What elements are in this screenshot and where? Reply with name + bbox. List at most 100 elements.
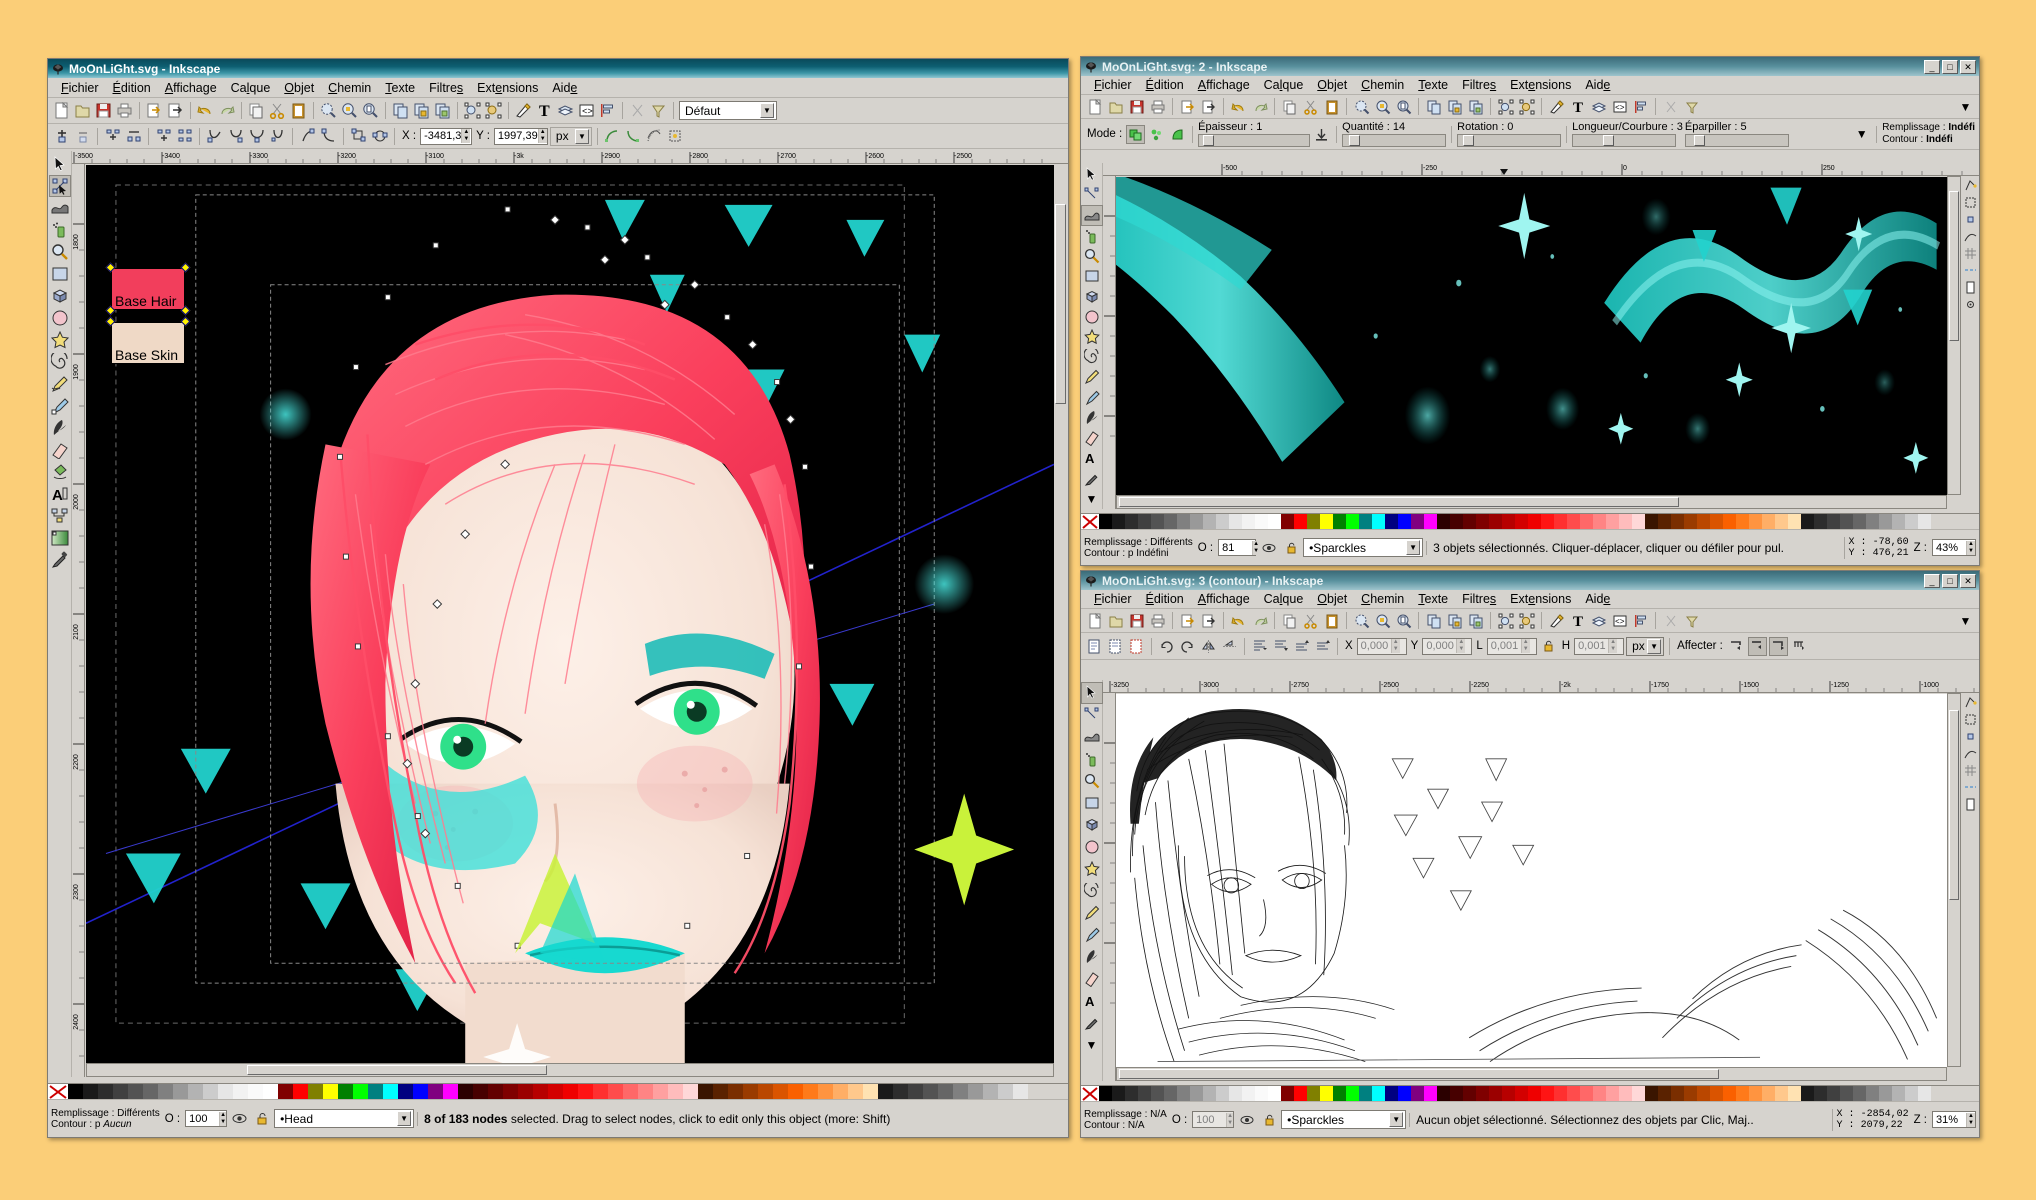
tool-text[interactable]: A — [1081, 990, 1103, 1012]
menu-filtres[interactable]: Filtres — [1455, 76, 1503, 94]
menu-fichier[interactable]: Fichier — [1087, 590, 1139, 608]
palette-swatch[interactable] — [1333, 514, 1346, 529]
select-w-stepper[interactable]: ▲ ▼ — [1520, 639, 1530, 653]
break-nodes-icon[interactable] — [124, 127, 143, 146]
palette-swatch[interactable] — [983, 1084, 998, 1099]
affect-pattern-icon[interactable] — [1790, 637, 1809, 656]
palette-swatch[interactable] — [623, 1084, 638, 1099]
palette-swatch[interactable] — [533, 1084, 548, 1099]
node-cusp-icon[interactable] — [205, 127, 224, 146]
palette-swatch[interactable] — [233, 1084, 248, 1099]
palette-swatch[interactable] — [1411, 1086, 1424, 1101]
copy-icon[interactable] — [1280, 611, 1299, 630]
node-x-input[interactable]: -3481,3 ▲ ▼ — [420, 127, 473, 145]
palette-swatch[interactable] — [1099, 1086, 1112, 1101]
document-properties-icon[interactable] — [649, 101, 668, 120]
group-icon[interactable] — [1445, 97, 1464, 116]
palette-swatch[interactable] — [218, 1084, 233, 1099]
chevron-down-icon[interactable]: ▼ — [1406, 540, 1421, 555]
palette-swatch[interactable] — [1190, 514, 1203, 529]
tool-3dbox[interactable] — [1081, 286, 1103, 306]
tool-rectangle[interactable] — [1081, 792, 1103, 814]
tool-node-editor[interactable] — [1081, 704, 1103, 726]
text-tool-dialog-icon[interactable]: T — [1568, 611, 1587, 630]
palette-swatch[interactable] — [1268, 1086, 1281, 1101]
raise-to-top-icon[interactable] — [1496, 611, 1515, 630]
menu-filtres[interactable]: Filtres — [1455, 590, 1503, 608]
palette-none-swatch[interactable] — [1081, 1086, 1099, 1101]
tool-selector[interactable] — [49, 153, 71, 175]
window3-vertical-scrollbar[interactable] — [1947, 693, 1961, 1067]
palette-swatch[interactable] — [1749, 514, 1762, 529]
window3-controls[interactable]: _ □ ✕ — [1924, 573, 1976, 588]
fill-stroke-dialog-icon[interactable] — [1547, 611, 1566, 630]
tool-3dbox[interactable] — [1081, 814, 1103, 836]
palette-swatch[interactable] — [203, 1084, 218, 1099]
chevron-down-icon[interactable]: ▼ — [574, 128, 589, 144]
paste-icon[interactable] — [289, 101, 308, 120]
window2-controls[interactable]: _ □ ✕ — [1924, 59, 1976, 74]
select-h-input[interactable]: 0,001 ▲ ▼ — [1574, 637, 1625, 655]
palette-swatch[interactable] — [788, 1084, 803, 1099]
palette-swatch[interactable] — [1710, 514, 1723, 529]
import-icon[interactable] — [1178, 611, 1197, 630]
tweak-mode-jitter-icon[interactable] — [1147, 125, 1166, 144]
select-h-stepper[interactable]: ▲ ▼ — [1608, 639, 1618, 653]
duplicate-icon[interactable] — [1424, 97, 1443, 116]
node-y-input[interactable]: 1997,39 ▲ ▼ — [493, 127, 548, 145]
flip-horizontal-icon[interactable] — [1199, 637, 1218, 656]
object-to-path-icon[interactable] — [349, 127, 368, 146]
toolbar-overflow-icon[interactable]: ▼ — [1852, 125, 1871, 144]
tool-star[interactable] — [1081, 327, 1103, 347]
palette-swatch[interactable] — [1216, 514, 1229, 529]
snap-bbox-icon[interactable] — [1963, 712, 1978, 727]
menu-chemin[interactable]: Chemin — [321, 79, 378, 97]
palette-swatch[interactable] — [1229, 514, 1242, 529]
zoom-drawing-icon[interactable] — [1373, 97, 1392, 116]
palette-swatch[interactable] — [458, 1084, 473, 1099]
menu-affichage[interactable]: Affichage — [1191, 76, 1257, 94]
palette-swatch[interactable] — [998, 1084, 1013, 1099]
window1-node-toolbar[interactable]: X : -3481,3 ▲ ▼ Y : 1997,39 ▲ ▼ px ▼ — [48, 124, 1068, 149]
copy-icon[interactable] — [1280, 97, 1299, 116]
new-document-icon[interactable] — [52, 101, 71, 120]
palette-swatch[interactable] — [1268, 514, 1281, 529]
palette-swatch[interactable] — [1554, 1086, 1567, 1101]
undo-icon[interactable] — [1229, 97, 1248, 116]
palette-swatch[interactable] — [1749, 1086, 1762, 1101]
layer-visibility-icon[interactable] — [1259, 538, 1278, 557]
menu-extensions[interactable]: Extensions — [1503, 590, 1578, 608]
tweak-rotation-control[interactable]: Rotation : 0 — [1457, 121, 1562, 147]
palette-swatch[interactable] — [398, 1084, 413, 1099]
palette-swatch[interactable] — [1853, 1086, 1866, 1101]
palette-swatch[interactable] — [1541, 514, 1554, 529]
layer-selector[interactable]: •Head ▼ — [274, 1109, 415, 1128]
group-icon[interactable] — [412, 101, 431, 120]
save-document-icon[interactable] — [1127, 611, 1146, 630]
lower-one-step-icon[interactable] — [1271, 637, 1290, 656]
layer-lock-icon[interactable] — [252, 1109, 271, 1128]
palette-swatch[interactable] — [1892, 514, 1905, 529]
palette-swatch[interactable] — [1814, 514, 1827, 529]
palette-swatch[interactable] — [488, 1084, 503, 1099]
palette-swatch[interactable] — [1892, 1086, 1905, 1101]
window1-command-bar[interactable]: T <> Défaut ▼ — [48, 98, 1068, 124]
select-y-input[interactable]: 0,000 ▲ ▼ — [1422, 637, 1473, 655]
open-document-icon[interactable] — [1106, 97, 1125, 116]
tweak-scatter-slider[interactable] — [1684, 134, 1789, 147]
menu-objet[interactable]: Objet — [277, 79, 321, 97]
palette-swatch[interactable] — [1112, 1086, 1125, 1101]
affect-stroke-icon[interactable] — [1727, 637, 1746, 656]
lower-to-bottom-icon[interactable] — [1517, 611, 1536, 630]
palette-swatch[interactable] — [1905, 1086, 1918, 1101]
window1-statusbar[interactable]: Remplissage : Différents Contour : p Auc… — [48, 1099, 1068, 1137]
raise-one-step-icon[interactable] — [1292, 637, 1311, 656]
menu-objet[interactable]: Objet — [1310, 590, 1354, 608]
menu-extensions[interactable]: Extensions — [470, 79, 545, 97]
palette-swatch[interactable] — [1853, 514, 1866, 529]
palette-swatch[interactable] — [1476, 514, 1489, 529]
tool-selector[interactable] — [1081, 682, 1103, 704]
opacity-stepper[interactable]: ▲ ▼ — [1226, 1112, 1234, 1127]
palette-swatch[interactable] — [1827, 1086, 1840, 1101]
tool-spiral[interactable] — [1081, 347, 1103, 367]
